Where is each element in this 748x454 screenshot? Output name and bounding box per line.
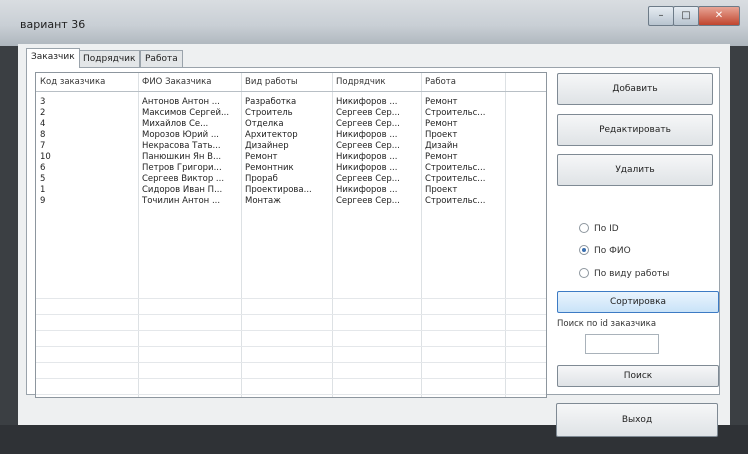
sort-by-name-radio[interactable]: По ФИО	[579, 244, 631, 257]
cell-contractor: Никифоров ...	[336, 97, 398, 107]
tab-customer[interactable]: Заказчик	[26, 48, 80, 68]
cell-work-type: Ремонт	[245, 152, 278, 162]
delete-button[interactable]: Удалить	[557, 154, 713, 186]
cell-work: Ремонт	[425, 152, 458, 162]
title-bar: вариант 36 – □ ✕	[0, 0, 748, 46]
table-row[interactable]: 3 Антонов Антон ... Разработка Никифоров…	[36, 97, 546, 107]
cell-work: Проект	[425, 185, 458, 195]
cell-work-type: Дизайнер	[245, 141, 289, 151]
cell-customer-id: 5	[40, 174, 46, 184]
cell-customer-name: Сергеев Виктор ...	[142, 174, 225, 184]
sort-by-work-type-radio[interactable]: По виду работы	[579, 267, 670, 280]
cell-contractor: Никифоров ...	[336, 130, 398, 140]
table-row[interactable]: 10 Панюшкин Ян В... Ремонт Никифоров ...…	[36, 152, 546, 162]
cell-contractor: Сергеев Сер...	[336, 141, 400, 151]
cell-work-type: Прораб	[245, 174, 278, 184]
customers-table[interactable]: Код заказчика ФИО Заказчика Вид работы П…	[35, 72, 547, 398]
cell-customer-name: Михайлов Се...	[142, 119, 209, 129]
cell-work: Дизайн	[425, 141, 458, 151]
cell-customer-id: 1	[40, 185, 46, 195]
cell-contractor: Никифоров ...	[336, 163, 398, 173]
table-row[interactable]: 6 Петров Григори... Ремонтник Никифоров …	[36, 163, 546, 173]
tab-work[interactable]: Работа	[140, 50, 183, 67]
cell-work: Строительс...	[425, 196, 486, 206]
cell-customer-name: Некрасова Тать...	[142, 141, 221, 151]
table-row[interactable]: 8 Морозов Юрий ... Архитектор Никифоров …	[36, 130, 546, 140]
cell-work-type: Отделка	[245, 119, 284, 129]
cell-work-type: Разработка	[245, 97, 297, 107]
table-row[interactable]: 2 Максимов Сергей... Строитель Сергеев С…	[36, 108, 546, 118]
cell-work: Ремонт	[425, 119, 458, 129]
table-header: Код заказчика ФИО Заказчика Вид работы П…	[36, 73, 546, 92]
window-controls: – □ ✕	[648, 6, 740, 26]
cell-work-type: Архитектор	[245, 130, 298, 140]
maximize-button[interactable]: □	[673, 6, 699, 26]
cell-customer-id: 6	[40, 163, 46, 173]
search-button[interactable]: Поиск	[557, 365, 719, 387]
cell-contractor: Сергеев Сер...	[336, 174, 400, 184]
cell-contractor: Никифоров ...	[336, 152, 398, 162]
sort-by-id-label: По ID	[594, 224, 619, 234]
cell-customer-name: Панюшкин Ян В...	[142, 152, 222, 162]
cell-customer-name: Петров Григори...	[142, 163, 222, 173]
cell-customer-name: Антонов Антон ...	[142, 97, 220, 107]
table-row[interactable]: 1 Сидоров Иван П... Проектирова... Никиф…	[36, 185, 546, 195]
table-row[interactable]: 4 Михайлов Се... Отделка Сергеев Сер... …	[36, 119, 546, 129]
window-title: вариант 36	[20, 18, 86, 31]
cell-customer-name: Точилин Антон ...	[142, 196, 221, 206]
column-header-work[interactable]: Работа	[421, 73, 505, 91]
cell-customer-id: 8	[40, 130, 46, 140]
cell-work-type: Проектирова...	[245, 185, 312, 195]
cell-customer-id: 2	[40, 108, 46, 118]
column-header-customer-id[interactable]: Код заказчика	[36, 73, 138, 91]
form-body: Заказчик Подрядчик Работа Код заказчика …	[18, 44, 730, 437]
column-header-customer-name[interactable]: ФИО Заказчика	[138, 73, 241, 91]
close-button[interactable]: ✕	[698, 6, 740, 26]
table-row[interactable]: 9 Точилин Антон ... Монтаж Сергеев Сер..…	[36, 196, 546, 206]
sort-by-name-label: По ФИО	[594, 246, 631, 256]
cell-work: Ремонт	[425, 97, 458, 107]
cell-customer-name: Максимов Сергей...	[142, 108, 230, 118]
cell-work: Проект	[425, 130, 458, 140]
cell-customer-id: 4	[40, 119, 46, 129]
search-label: Поиск по id заказчика	[557, 319, 657, 329]
cell-work: Строительс...	[425, 163, 486, 173]
tab-page-customer: Код заказчика ФИО Заказчика Вид работы П…	[26, 67, 720, 398]
column-header-contractor[interactable]: Подрядчик	[332, 73, 421, 91]
cell-customer-name: Сидоров Иван П...	[142, 185, 223, 195]
add-button[interactable]: Добавить	[557, 73, 713, 105]
sort-by-work-type-label: По виду работы	[594, 269, 670, 279]
column-header-work-type[interactable]: Вид работы	[241, 73, 332, 91]
cell-customer-id: 9	[40, 196, 46, 206]
table-row[interactable]: 7 Некрасова Тать... Дизайнер Сергеев Сер…	[36, 141, 546, 151]
tab-contractor[interactable]: Подрядчик	[78, 50, 141, 67]
table-row[interactable]: 5 Сергеев Виктор ... Прораб Сергеев Сер.…	[36, 174, 546, 184]
cell-work-type: Монтаж	[245, 196, 281, 206]
cell-customer-name: Морозов Юрий ...	[142, 130, 219, 140]
cell-customer-id: 10	[40, 152, 51, 162]
sort-button[interactable]: Сортировка	[557, 291, 719, 313]
cell-customer-id: 3	[40, 97, 46, 107]
cell-contractor: Сергеев Сер...	[336, 119, 400, 129]
cell-contractor: Никифоров ...	[336, 185, 398, 195]
search-input[interactable]	[585, 334, 659, 354]
minimize-button[interactable]: –	[648, 6, 674, 26]
radio-off-icon	[579, 222, 589, 233]
cell-work-type: Строитель	[245, 108, 293, 118]
cell-work: Строительс...	[425, 174, 486, 184]
exit-button[interactable]: Выход	[556, 403, 718, 437]
radio-off-icon	[579, 267, 589, 278]
edit-button[interactable]: Редактировать	[557, 114, 713, 146]
sort-by-id-radio[interactable]: По ID	[579, 222, 619, 235]
cell-customer-id: 7	[40, 141, 46, 151]
radio-on-icon	[579, 244, 589, 255]
cell-work-type: Ремонтник	[245, 163, 294, 173]
cell-contractor: Сергеев Сер...	[336, 196, 400, 206]
cell-contractor: Сергеев Сер...	[336, 108, 400, 118]
cell-work: Строительс...	[425, 108, 486, 118]
